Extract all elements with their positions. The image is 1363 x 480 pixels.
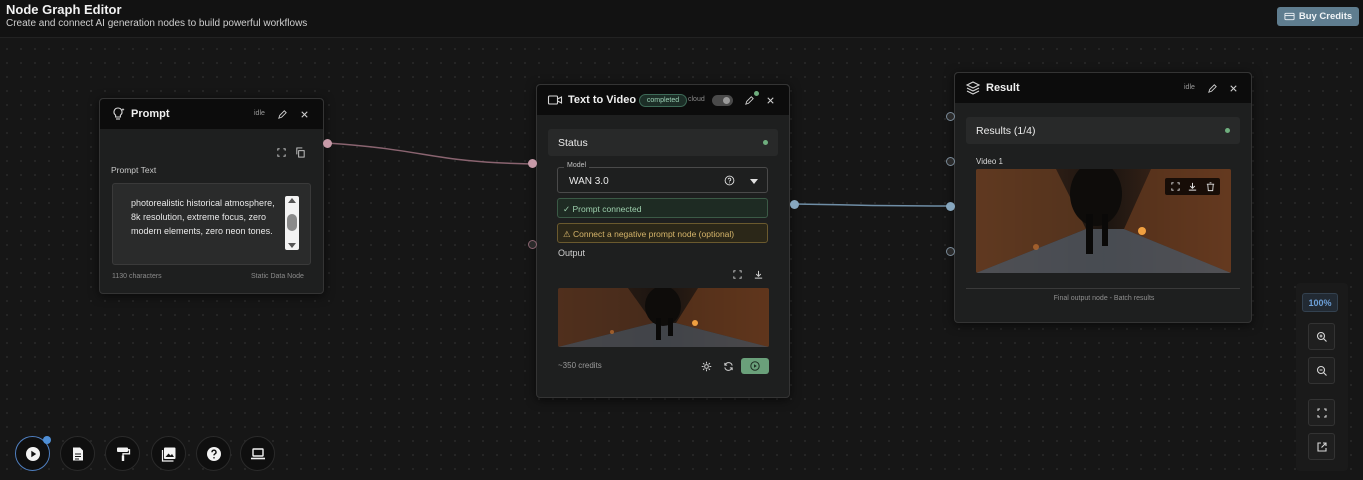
prompt-node[interactable]: Prompt idle Prompt Text photorealistic h… [99,98,324,294]
fit-view-button[interactable] [1308,399,1335,426]
download-icon[interactable] [753,269,764,280]
video-prompt-input-port[interactable] [528,159,537,168]
video-camera-icon [547,95,563,105]
text-to-video-node[interactable]: Text to Video completed cloud Status Mod… [536,84,790,398]
close-icon[interactable] [299,109,310,120]
zoom-in-icon [1316,331,1327,342]
edit-icon[interactable] [1207,83,1218,94]
display-button[interactable] [240,436,275,471]
model-select[interactable]: Model WAN 3.0 [557,162,768,193]
status-dot [763,140,768,145]
close-icon[interactable] [765,95,776,106]
results-row[interactable]: Results (1/4) [966,117,1240,144]
negative-prompt-hint: ⚠ Connect a negative prompt node (option… [557,223,768,243]
model-value: WAN 3.0 [569,176,609,187]
close-icon[interactable] [1228,83,1239,94]
layers-icon [965,81,981,95]
fit-view-icon [1316,407,1327,418]
lightbulb-icon [113,107,125,120]
result-input-port-3[interactable] [946,202,955,211]
external-link-icon [1316,441,1327,452]
prompt-scrollbar[interactable] [285,196,299,250]
scroll-up-icon[interactable] [288,198,296,203]
scroll-down-icon[interactable] [288,243,296,248]
results-label: Results (1/4) [976,125,1036,137]
video-label: Video 1 [976,157,1003,166]
result-input-port-4[interactable] [946,247,955,256]
paint-roller-icon [116,447,130,461]
add-text-node-button[interactable] [60,436,95,471]
add-style-node-button[interactable] [105,436,140,471]
toggle-knob [723,97,730,104]
cloud-label: cloud [688,96,705,103]
prompt-char-count: 1130 characters [112,273,162,280]
expand-icon[interactable] [276,147,287,158]
status-row[interactable]: Status [548,129,778,156]
chevron-down-icon[interactable] [750,179,758,184]
prompt-node-header[interactable]: Prompt idle [100,99,323,129]
expand-icon[interactable] [1170,181,1181,192]
help-icon [206,446,221,461]
document-icon [72,447,83,460]
prompt-text-value[interactable]: photorealistic historical atmosphere, 8k… [131,196,281,238]
copy-icon[interactable] [295,147,306,158]
output-label: Output [558,248,586,258]
video-output-port[interactable] [790,200,799,209]
result-node-footer: Final output node - Batch results [1053,295,1155,302]
play-circle-icon [750,361,760,371]
prompt-text-label: Prompt Text [111,165,157,175]
gear-icon[interactable] [701,361,712,372]
refresh-icon[interactable] [723,361,734,372]
status-label: Status [558,137,588,149]
prompt-node-title: Prompt [131,108,170,120]
video-node-header[interactable]: Text to Video completed cloud [537,85,789,115]
result-node-header[interactable]: Result idle [955,73,1251,103]
open-external-button[interactable] [1308,433,1335,460]
zoom-controls: 100% [1296,283,1348,471]
result-divider [966,288,1240,289]
video-node-title: Text to Video [568,94,637,106]
scroll-thumb[interactable] [287,214,297,231]
result-input-port-2[interactable] [946,157,955,166]
status-badge: completed [639,94,687,107]
result-video-thumbnail[interactable] [976,169,1231,273]
prompt-output-port[interactable] [323,139,332,148]
cloud-toggle[interactable] [712,95,733,106]
results-status-dot [1225,128,1230,133]
output-video-thumbnail[interactable] [558,288,769,347]
run-button[interactable] [741,358,769,374]
notification-dot [43,436,51,444]
prompt-node-type: Static Data Node [251,273,304,280]
add-image-node-button[interactable] [151,436,186,471]
prompt-connected-notice: ✓ Prompt connected [557,198,768,218]
help-button[interactable] [196,436,231,471]
wire-video-to-result [793,203,951,207]
laptop-icon [250,447,265,459]
active-indicator-dot [754,91,759,96]
result-node-title: Result [986,82,1020,94]
result-input-port-1[interactable] [946,112,955,121]
credits-cost: ~350 credits [558,361,602,370]
gallery-icon [161,447,175,462]
play-icon [25,446,40,461]
download-icon[interactable] [1187,181,1198,192]
trash-icon[interactable] [1205,181,1216,192]
model-label: Model [564,162,590,169]
edit-icon[interactable] [744,95,755,106]
expand-icon[interactable] [732,269,743,280]
result-node-status: idle [1184,84,1195,91]
video-actions-bar [1165,178,1220,195]
video-negative-input-port[interactable] [528,240,537,249]
prompt-node-status: idle [254,110,265,117]
help-circle-icon[interactable] [724,175,735,186]
edit-icon[interactable] [277,109,288,120]
prompt-textarea[interactable]: photorealistic historical atmosphere, 8k… [112,183,311,265]
wire-prompt-to-video [326,142,533,165]
zoom-level[interactable]: 100% [1302,293,1338,312]
zoom-in-button[interactable] [1308,323,1335,350]
result-node[interactable]: Result idle Results (1/4) Video 1 Final … [954,72,1252,323]
zoom-out-icon [1316,365,1327,376]
zoom-out-button[interactable] [1308,357,1335,384]
